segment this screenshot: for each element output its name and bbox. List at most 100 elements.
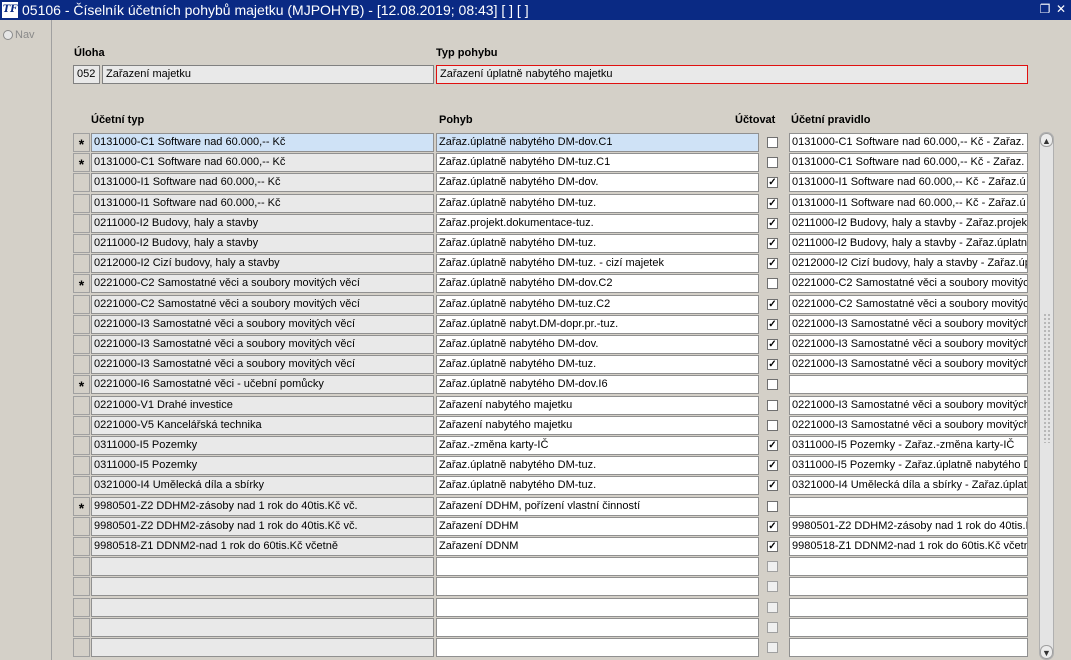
ucetni-pravidlo-cell[interactable]: [789, 497, 1028, 516]
row-marker[interactable]: *: [73, 133, 90, 152]
row-marker[interactable]: [73, 577, 90, 596]
ucetni-typ-cell[interactable]: 0221000-C2 Samostatné věci a soubory mov…: [91, 295, 434, 314]
uctovat-checkbox[interactable]: ✓: [767, 359, 778, 370]
row-marker[interactable]: [73, 173, 90, 192]
ucetni-pravidlo-cell[interactable]: [789, 638, 1028, 657]
ucetni-pravidlo-cell[interactable]: 0311000-I5 Pozemky - Zařaz.úplatně nabyt…: [789, 456, 1028, 475]
table-row[interactable]: [53, 618, 1033, 638]
table-row[interactable]: 9980518-Z1 DDNM2-nad 1 rok do 60tis.Kč v…: [53, 537, 1033, 557]
row-marker[interactable]: [73, 355, 90, 374]
table-row[interactable]: [53, 577, 1033, 597]
pohyb-cell[interactable]: Zařaz.úplatně nabytého DM-dov.C1: [436, 133, 759, 152]
table-row[interactable]: 0311000-I5 Pozemky Zařaz.-změna karty-IČ ✓…: [53, 436, 1033, 456]
uctovat-checkbox[interactable]: ✓: [767, 258, 778, 269]
pohyb-cell[interactable]: Zařaz.úplatně nabytého DM-dov.C2: [436, 274, 759, 293]
table-row[interactable]: [53, 557, 1033, 577]
ucetni-pravidlo-cell[interactable]: 0221000-C2 Samostatné věci a soubory mov…: [789, 295, 1028, 314]
table-row[interactable]: [53, 638, 1033, 658]
uctovat-checkbox[interactable]: ✓: [767, 480, 778, 491]
ucetni-pravidlo-cell[interactable]: 0221000-I3 Samostatné věci a soubory mov…: [789, 315, 1028, 334]
pohyb-cell[interactable]: Zařaz.úplatně nabytého DM-dov.: [436, 335, 759, 354]
uctovat-checkbox[interactable]: ✓: [767, 238, 778, 249]
pohyb-cell[interactable]: Zařazení DDHM, pořízení vlastní činností: [436, 497, 759, 516]
table-row[interactable]: 0221000-V1 Drahé investice Zařazení nabyt…: [53, 396, 1033, 416]
row-marker[interactable]: [73, 315, 90, 334]
row-marker[interactable]: [73, 194, 90, 213]
uctovat-checkbox[interactable]: [767, 501, 778, 512]
ucetni-pravidlo-cell[interactable]: 9980501-Z2 DDHM2-zásoby nad 1 rok do 40t…: [789, 517, 1028, 536]
pohyb-cell[interactable]: Zařaz.úplatně nabyt.DM-dopr.pr.-tuz.: [436, 315, 759, 334]
row-marker[interactable]: [73, 335, 90, 354]
ucetni-pravidlo-cell[interactable]: 0211000-I2 Budovy, haly a stavby - Zařaz…: [789, 234, 1028, 253]
row-marker[interactable]: [73, 295, 90, 314]
ucetni-pravidlo-cell[interactable]: [789, 618, 1028, 637]
uctovat-checkbox[interactable]: [767, 400, 778, 411]
typ-pohybu-field[interactable]: Zařazení úplatně nabytého majetku: [436, 65, 1028, 84]
ucetni-pravidlo-cell[interactable]: [789, 557, 1028, 576]
uctovat-checkbox[interactable]: ✓: [767, 177, 778, 188]
uctovat-checkbox[interactable]: [767, 622, 778, 633]
uctovat-checkbox[interactable]: ✓: [767, 319, 778, 330]
pohyb-cell[interactable]: Zařazení DDNM: [436, 537, 759, 556]
pohyb-cell[interactable]: Zařaz.úplatně nabytého DM-tuz.: [436, 456, 759, 475]
pohyb-cell[interactable]: Zařazení DDHM: [436, 517, 759, 536]
pohyb-cell[interactable]: Zařaz.úplatně nabytého DM-tuz.C2: [436, 295, 759, 314]
row-marker[interactable]: *: [73, 375, 90, 394]
pohyb-cell[interactable]: [436, 638, 759, 657]
ucetni-typ-cell[interactable]: 0221000-I3 Samostatné věci a soubory mov…: [91, 315, 434, 334]
ucetni-typ-cell[interactable]: 0211000-I2 Budovy, haly a stavby: [91, 214, 434, 233]
uctovat-checkbox[interactable]: ✓: [767, 299, 778, 310]
row-marker[interactable]: [73, 537, 90, 556]
ucetni-typ-cell[interactable]: 0211000-I2 Budovy, haly a stavby: [91, 234, 434, 253]
uctovat-checkbox[interactable]: [767, 561, 778, 572]
ucetni-typ-cell[interactable]: 9980501-Z2 DDHM2-zásoby nad 1 rok do 40t…: [91, 497, 434, 516]
restore-icon[interactable]: ❐: [1039, 3, 1051, 15]
row-marker[interactable]: [73, 557, 90, 576]
uloha-code-field[interactable]: 052: [73, 65, 100, 84]
ucetni-typ-cell[interactable]: 0311000-I5 Pozemky: [91, 456, 434, 475]
pohyb-cell[interactable]: Zařaz.projekt.dokumentace-tuz.: [436, 214, 759, 233]
ucetni-pravidlo-cell[interactable]: 0311000-I5 Pozemky - Zařaz.-změna karty-…: [789, 436, 1028, 455]
ucetni-pravidlo-cell[interactable]: 0131000-C1 Software nad 60.000,-- Kč - Z…: [789, 133, 1028, 152]
ucetni-pravidlo-cell[interactable]: 0131000-C1 Software nad 60.000,-- Kč - Z…: [789, 153, 1028, 172]
ucetni-typ-cell[interactable]: 9980518-Z1 DDNM2-nad 1 rok do 60tis.Kč v…: [91, 537, 434, 556]
row-marker[interactable]: *: [73, 274, 90, 293]
uctovat-checkbox[interactable]: ✓: [767, 521, 778, 532]
ucetni-pravidlo-cell[interactable]: 0211000-I2 Budovy, haly a stavby - Zařaz…: [789, 214, 1028, 233]
ucetni-typ-cell[interactable]: 0311000-I5 Pozemky: [91, 436, 434, 455]
pohyb-cell[interactable]: Zařaz.úplatně nabytého DM-tuz.: [436, 234, 759, 253]
row-marker[interactable]: *: [73, 497, 90, 516]
vertical-scrollbar[interactable]: ▲ ▼: [1039, 132, 1054, 660]
ucetni-typ-cell[interactable]: 0221000-I3 Samostatné věci a soubory mov…: [91, 355, 434, 374]
nav-toggle[interactable]: Nav: [3, 29, 35, 41]
row-marker[interactable]: [73, 456, 90, 475]
table-row[interactable]: * 0221000-I6 Samostatné věci - učební pom…: [53, 375, 1033, 395]
ucetni-typ-cell[interactable]: 0131000-C1 Software nad 60.000,-- Kč: [91, 133, 434, 152]
ucetni-pravidlo-cell[interactable]: 0221000-I3 Samostatné věci a soubory mov…: [789, 335, 1028, 354]
uctovat-checkbox[interactable]: [767, 420, 778, 431]
uctovat-checkbox[interactable]: [767, 581, 778, 592]
table-row[interactable]: 0321000-I4 Umělecká díla a sbírky Zařaz.ú…: [53, 476, 1033, 496]
uctovat-checkbox[interactable]: ✓: [767, 198, 778, 209]
ucetni-pravidlo-cell[interactable]: 0131000-I1 Software nad 60.000,-- Kč - Z…: [789, 194, 1028, 213]
table-row[interactable]: * 9980501-Z2 DDHM2-zásoby nad 1 rok do 40…: [53, 497, 1033, 517]
row-marker[interactable]: [73, 476, 90, 495]
row-marker[interactable]: [73, 436, 90, 455]
pohyb-cell[interactable]: Zařazení nabytého majetku: [436, 416, 759, 435]
table-row[interactable]: 0211000-I2 Budovy, haly a stavby Zařaz.úp…: [53, 234, 1033, 254]
table-row[interactable]: 0311000-I5 Pozemky Zařaz.úplatně nabytého…: [53, 456, 1033, 476]
ucetni-typ-cell[interactable]: 0221000-V1 Drahé investice: [91, 396, 434, 415]
table-row[interactable]: 0221000-C2 Samostatné věci a soubory mov…: [53, 295, 1033, 315]
row-marker[interactable]: [73, 254, 90, 273]
ucetni-typ-cell[interactable]: 0131000-I1 Software nad 60.000,-- Kč: [91, 173, 434, 192]
pohyb-cell[interactable]: Zařaz.úplatně nabytého DM-dov.: [436, 173, 759, 192]
ucetni-pravidlo-cell[interactable]: 0221000-I3 Samostatné věci a soubory mov…: [789, 396, 1028, 415]
ucetni-typ-cell[interactable]: 0221000-C2 Samostatné věci a soubory mov…: [91, 274, 434, 293]
pohyb-cell[interactable]: Zařaz.úplatně nabytého DM-tuz.: [436, 476, 759, 495]
row-marker[interactable]: [73, 638, 90, 657]
ucetni-pravidlo-cell[interactable]: 0321000-I4 Umělecká díla a sbírky - Zařa…: [789, 476, 1028, 495]
ucetni-typ-cell[interactable]: 0221000-I6 Samostatné věci - učební pomů…: [91, 375, 434, 394]
uctovat-checkbox[interactable]: ✓: [767, 339, 778, 350]
uctovat-checkbox[interactable]: ✓: [767, 440, 778, 451]
pohyb-cell[interactable]: Zařaz.úplatně nabytého DM-tuz.C1: [436, 153, 759, 172]
